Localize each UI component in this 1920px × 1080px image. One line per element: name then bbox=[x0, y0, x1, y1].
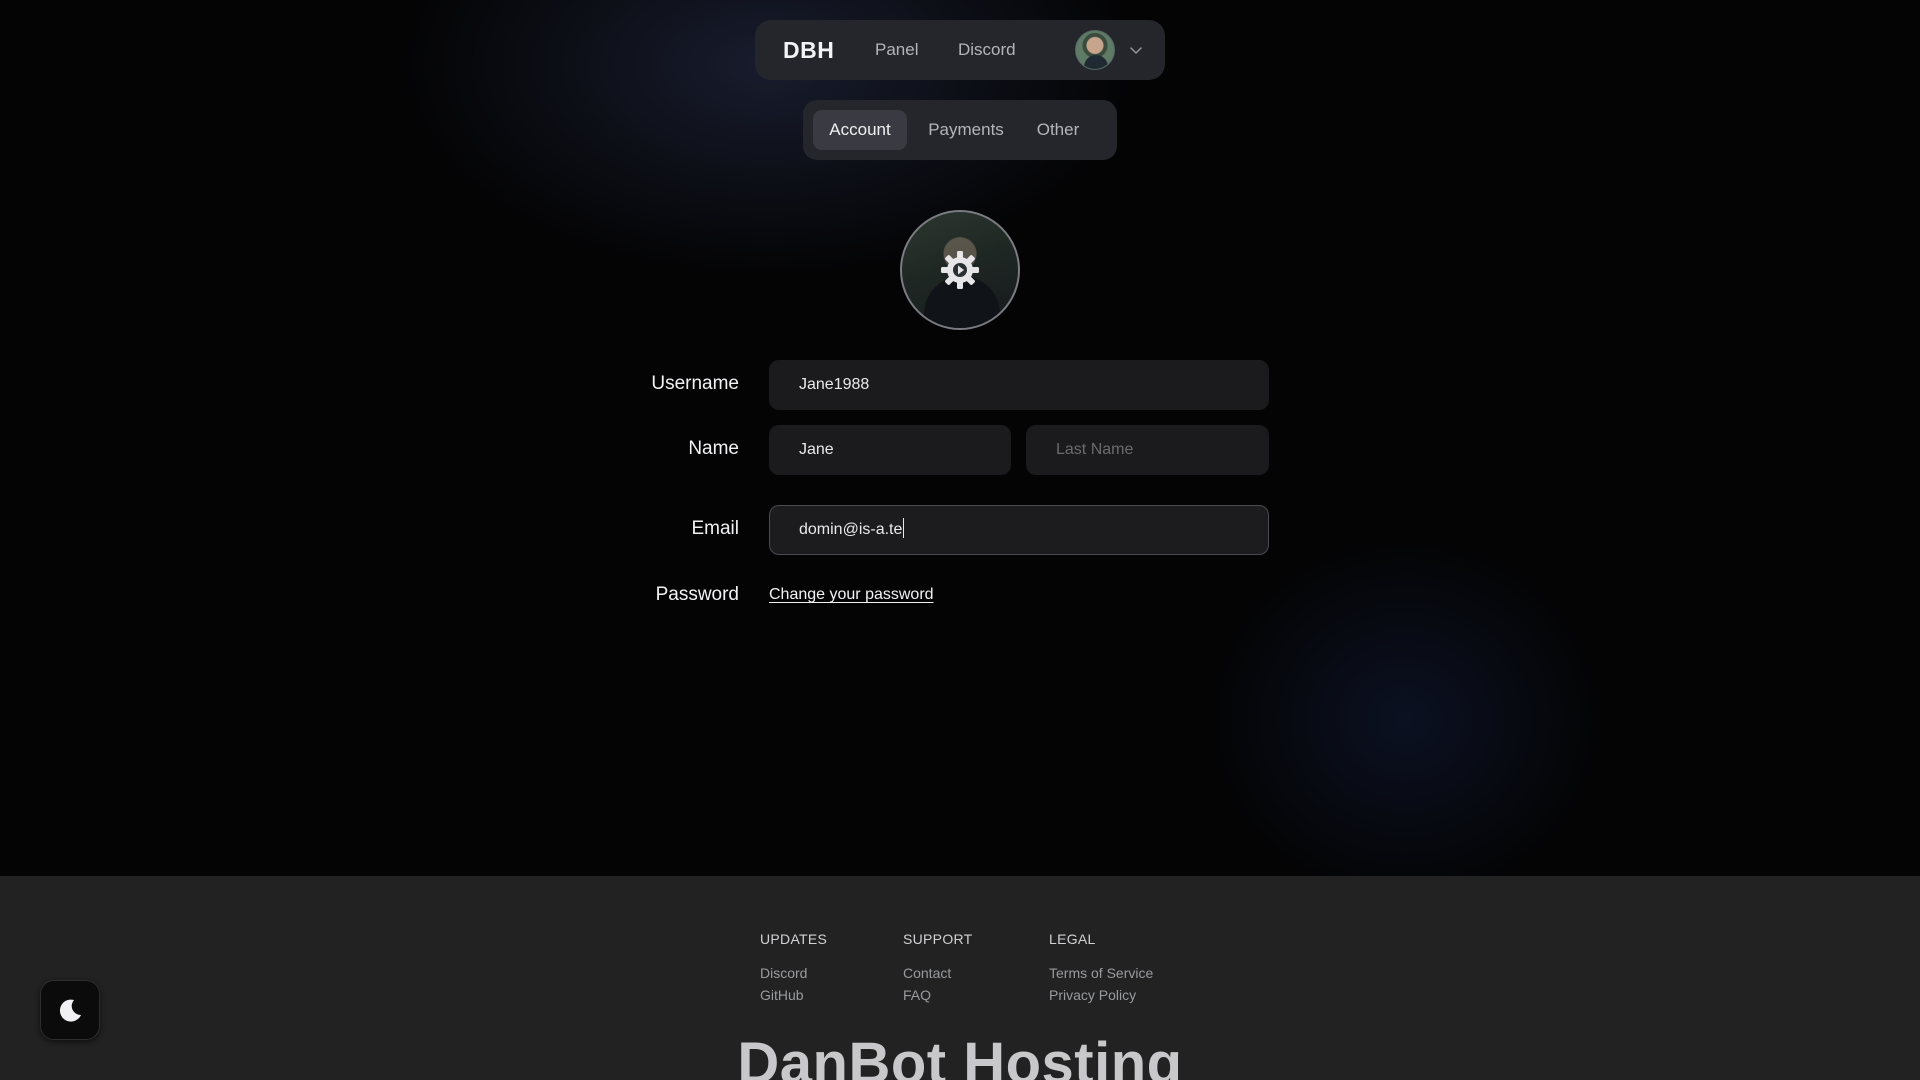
footer-heading-updates: UPDATES bbox=[760, 931, 828, 947]
footer-heading-legal: LEGAL bbox=[1049, 931, 1096, 947]
tab-account[interactable]: Account bbox=[813, 110, 907, 150]
profile-avatar-button[interactable] bbox=[900, 210, 1020, 330]
nav-link-discord[interactable]: Discord bbox=[958, 20, 1016, 80]
email-input[interactable]: domin@is-a.te bbox=[769, 505, 1269, 555]
tab-payments[interactable]: Payments bbox=[919, 110, 1013, 150]
moon-icon bbox=[59, 999, 81, 1022]
username-input[interactable]: Jane1988 bbox=[769, 360, 1269, 410]
email-label: Email bbox=[691, 518, 739, 539]
footer-link-github[interactable]: GitHub bbox=[760, 984, 827, 1006]
footer-brand-wordmark: DanBot Hosting bbox=[737, 1031, 1183, 1080]
email-value: domin@is-a.te bbox=[799, 521, 903, 538]
user-menu-button[interactable] bbox=[1075, 30, 1153, 70]
brand-logo[interactable]: DBH bbox=[783, 20, 834, 80]
theme-toggle-button[interactable] bbox=[40, 980, 100, 1040]
chevron-down-icon bbox=[1130, 47, 1142, 54]
footer-link-privacy[interactable]: Privacy Policy bbox=[1049, 984, 1153, 1006]
avatar-overlay bbox=[902, 212, 1018, 328]
footer-column-support: SUPPORT Contact FAQ bbox=[903, 930, 973, 1006]
site-footer: UPDATES Discord GitHub SUPPORT Contact F… bbox=[0, 876, 1920, 1080]
footer-link-discord[interactable]: Discord bbox=[760, 962, 827, 984]
nav-link-panel[interactable]: Panel bbox=[875, 20, 918, 80]
footer-link-terms[interactable]: Terms of Service bbox=[1049, 962, 1153, 984]
footer-heading-support: SUPPORT bbox=[903, 931, 973, 947]
last-name-input[interactable]: Last Name bbox=[1026, 425, 1269, 475]
tab-other[interactable]: Other bbox=[1026, 110, 1090, 150]
top-navbar: DBH Panel Discord bbox=[755, 20, 1165, 80]
username-label: Username bbox=[651, 373, 739, 394]
account-settings-page: DBH Panel Discord Account Payments Other bbox=[0, 0, 1920, 1080]
footer-column-updates: UPDATES Discord GitHub bbox=[760, 930, 827, 1006]
name-label: Name bbox=[688, 438, 739, 459]
password-label: Password bbox=[655, 584, 739, 605]
settings-tabs: Account Payments Other bbox=[803, 100, 1117, 160]
avatar bbox=[1075, 30, 1115, 70]
footer-link-contact[interactable]: Contact bbox=[903, 962, 973, 984]
text-caret bbox=[903, 518, 905, 539]
gear-icon bbox=[941, 251, 979, 289]
footer-link-faq[interactable]: FAQ bbox=[903, 984, 973, 1006]
first-name-input[interactable]: Jane bbox=[769, 425, 1011, 475]
change-password-link[interactable]: Change your password bbox=[769, 586, 934, 604]
footer-column-legal: LEGAL Terms of Service Privacy Policy bbox=[1049, 930, 1153, 1006]
